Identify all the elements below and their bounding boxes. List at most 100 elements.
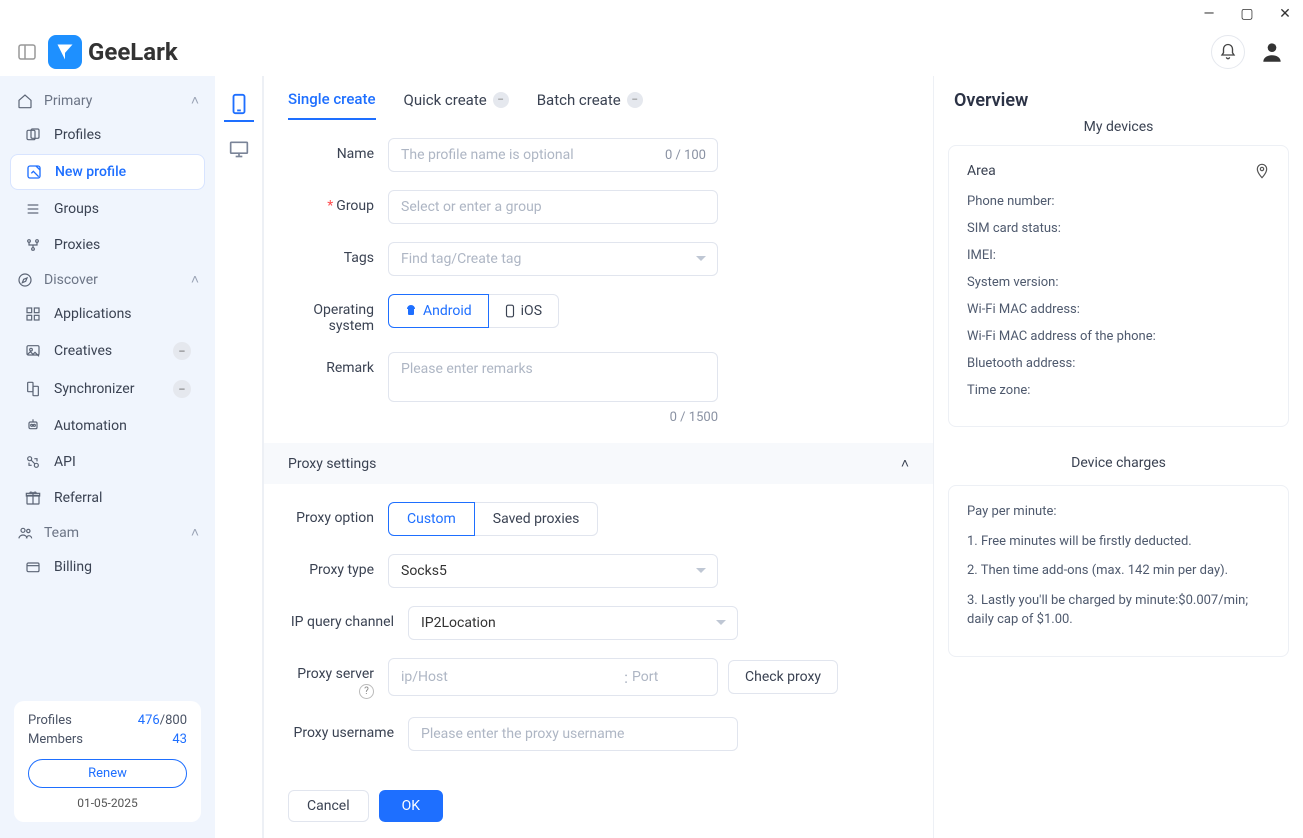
device-rail [215,76,263,838]
pay-per-min-label: Pay per minute: [967,502,1270,522]
close-button[interactable]: ✕ [1275,4,1295,24]
chevron-up-icon: ˄ [191,524,199,541]
notifications-icon[interactable] [1211,35,1245,69]
creatives-icon [24,343,42,359]
tab-quick-create[interactable]: Quick create– [404,90,509,120]
renew-button[interactable]: Renew [28,759,187,788]
proxy-custom-button[interactable]: Custom [388,502,475,536]
tags-select[interactable] [388,242,718,276]
members-stat-label: Members [28,732,83,747]
wifi-mac-label: Wi-Fi MAC address: [967,302,1270,317]
sidebar-item-new-profile[interactable]: New profile [10,154,205,190]
remark-textarea[interactable] [388,352,718,402]
team-icon [16,525,34,541]
ios-icon [505,304,515,318]
imei-label: IMEI: [967,248,1270,263]
sidebar-item-billing[interactable]: Billing [10,550,205,584]
sim-status-label: SIM card status: [967,221,1270,236]
synchronizer-badge-icon: – [173,380,191,398]
automation-icon [24,418,42,434]
center-panel: Single create Quick create– Batch create… [263,76,933,838]
help-icon[interactable]: ? [359,684,374,699]
label-proxy-username: Proxy username [288,717,408,741]
sidebar-section-primary[interactable]: Primary ˄ [6,84,209,117]
sidebar-item-referral[interactable]: Referral [10,481,205,515]
renew-date: 01-05-2025 [28,796,187,810]
label-proxy-option: Proxy option [288,502,388,526]
form-footer: Cancel OK [264,778,933,838]
chevron-up-icon: ˄ [901,455,909,472]
profiles-stat-value: 476/800 [138,713,187,728]
members-stat-value: 43 [172,732,187,747]
location-icon[interactable] [1254,162,1270,180]
applications-icon [24,306,42,322]
rail-desktop-icon[interactable] [224,134,254,164]
profiles-stat-label: Profiles [28,713,72,728]
proxy-type-select[interactable] [388,554,718,588]
sidebar-item-groups[interactable]: Groups [10,192,205,226]
new-profile-icon [25,164,43,180]
referral-icon [24,490,42,506]
home-icon [16,93,34,109]
device-charges-card: Pay per minute: 1. Free minutes will be … [948,485,1289,657]
sidebar-item-automation[interactable]: Automation [10,409,205,443]
proxy-saved-button[interactable]: Saved proxies [475,502,599,536]
overview-title: Overview [934,76,1303,119]
maximize-button[interactable]: ▢ [1237,4,1257,24]
charge-line-2: 2. Then time add-ons (max. 142 min per d… [967,561,1270,581]
tabs: Single create Quick create– Batch create… [264,76,933,120]
os-android-button[interactable]: Android [388,294,489,328]
chevron-up-icon: ˄ [191,271,199,288]
proxies-icon [24,237,42,253]
sidebar-item-proxies[interactable]: Proxies [10,228,205,262]
sidebar-item-applications[interactable]: Applications [10,297,205,331]
sidebar-section-discover[interactable]: Discover ˄ [6,263,209,296]
batch-badge-icon: – [627,92,643,108]
ip-query-select[interactable] [408,606,738,640]
label-tags: Tags [288,242,388,266]
sidebar-item-api[interactable]: API [10,445,205,479]
group-select[interactable] [388,190,718,224]
device-info-card: Area Phone number: SIM card status: IMEI… [948,145,1289,427]
check-proxy-button[interactable]: Check proxy [728,660,838,694]
label-proxy-type: Proxy type [288,554,388,578]
sidebar-item-synchronizer[interactable]: Synchronizer – [10,371,205,407]
label-proxy-server: Proxy server ? [288,658,388,699]
cancel-button[interactable]: Cancel [288,790,369,822]
label-remark: Remark [288,352,388,376]
sidebar-section-team[interactable]: Team ˄ [6,516,209,549]
my-devices-title: My devices [948,119,1289,145]
label-os: Operating system [288,294,388,334]
window-controls: — ▢ ✕ [1199,4,1295,24]
label-ip-query: IP query channel [288,606,408,630]
os-ios-button[interactable]: iOS [489,294,559,328]
tab-batch-create[interactable]: Batch create– [537,90,643,120]
logo-mark-icon [48,35,82,69]
app-logo: GeeLark [48,35,178,69]
wifi-mac-phone-label: Wi-Fi MAC address of the phone: [967,329,1270,344]
quick-badge-icon: – [493,92,509,108]
area-label: Area [967,163,996,179]
synchronizer-icon [24,381,42,397]
panel-toggle-icon[interactable] [18,44,36,60]
app-name: GeeLark [88,38,178,66]
sidebar-item-creatives[interactable]: Creatives – [10,333,205,369]
rail-mobile-icon[interactable] [224,92,254,122]
bluetooth-label: Bluetooth address: [967,356,1270,371]
proxy-host-input[interactable] [401,669,620,685]
proxy-port-input[interactable] [632,669,705,685]
proxy-settings-header[interactable]: Proxy settings ˄ [264,443,933,484]
ok-button[interactable]: OK [379,790,443,822]
user-avatar-icon[interactable] [1259,39,1285,65]
system-version-label: System version: [967,275,1270,290]
stats-card: Profiles 476/800 Members 43 Renew 01-05-… [14,701,201,822]
proxy-username-input[interactable] [408,717,738,751]
sidebar-item-profiles[interactable]: Profiles [10,118,205,152]
android-icon [405,304,417,318]
discover-icon [16,272,34,288]
sidebar: Primary ˄ Profiles New profile Groups Pr… [0,76,215,838]
minimize-button[interactable]: — [1199,4,1219,24]
tab-single-create[interactable]: Single create [288,90,376,120]
chevron-up-icon: ˄ [191,92,199,109]
overview-panel: Overview My devices Area Phone number: S… [933,76,1303,838]
